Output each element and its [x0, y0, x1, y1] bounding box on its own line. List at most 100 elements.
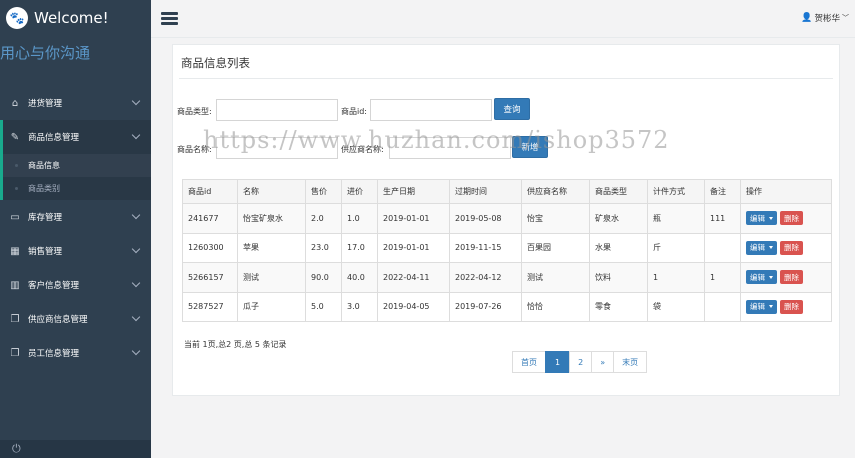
monitor-icon: ▭	[10, 211, 20, 223]
actions-cell: 编辑 删除	[740, 203, 832, 234]
caret-down-icon	[769, 246, 773, 250]
sidebar-subitem-label: 商品信息	[28, 161, 60, 170]
table-row: 1260300 苹果 23.0 17.0 2019-01-01 2019-11-15 百果园…	[182, 232, 832, 263]
type-input[interactable]	[216, 99, 338, 121]
edit-button[interactable]: 编辑	[746, 211, 777, 226]
table-cell: 17.0	[341, 232, 378, 263]
table-row: 5266157 测试 90.0 40.0 2022-04-11 2022-04-12 测试饮…	[182, 262, 832, 293]
paw-icon: 🐾	[6, 7, 28, 29]
table-cell: 饮料	[589, 262, 648, 293]
table-cell: 111	[704, 203, 741, 234]
chevron-down-icon	[131, 244, 141, 254]
table-cell: 3.0	[341, 291, 378, 322]
table-cell: 2019-04-05	[377, 291, 450, 322]
table-cell: 1	[647, 262, 705, 293]
supplier-input[interactable]	[389, 137, 511, 159]
sidebar-item-inventory[interactable]: ▭ 库存管理	[0, 200, 151, 234]
table-cell: 1	[704, 262, 741, 293]
table-cell: 苹果	[237, 232, 306, 263]
col-header: 过期时间	[449, 179, 522, 204]
table-cell: 零食	[589, 291, 648, 322]
sidebar: 🐾 Welcome! 用心与你沟通 ⌂ 进货管理 ✎ 商品信息管理 商品信息 商…	[0, 0, 151, 458]
goods-table: 商品id 名称 售价 进价 生产日期 过期时间 供应商名称 商品类型 计件方式 …	[182, 179, 832, 322]
page-last[interactable]: 末页	[613, 351, 648, 373]
actions-cell: 编辑 删除	[740, 262, 832, 293]
table-cell: 1260300	[182, 232, 238, 263]
delete-button[interactable]: 删除	[780, 240, 803, 255]
col-header: 计件方式	[647, 179, 705, 204]
sidebar-subitem-goods-category[interactable]: 商品类别	[3, 177, 151, 200]
sidebar-item-goods[interactable]: ✎ 商品信息管理	[0, 120, 151, 154]
name-label: 商品名称:	[177, 145, 212, 154]
sidebar-subitem-goods-info[interactable]: 商品信息	[3, 154, 151, 177]
delete-button[interactable]: 删除	[780, 270, 803, 285]
table-cell: 5266157	[182, 262, 238, 293]
caret-down-icon	[769, 305, 773, 309]
sidebar-item-sales[interactable]: ▦ 销售管理	[0, 234, 151, 268]
sidebar-item-label: 进货管理	[28, 99, 63, 109]
table-cell: 2022-04-11	[377, 262, 450, 293]
sidebar-item-employees[interactable]: ❐ 员工信息管理	[0, 336, 151, 370]
table-cell: 2019-11-15	[449, 232, 522, 263]
col-header: 进价	[341, 179, 378, 204]
caret-down-icon	[769, 275, 773, 279]
supplier-label: 供应商名称:	[341, 145, 384, 154]
sidebar-item-purchase[interactable]: ⌂ 进货管理	[0, 86, 151, 120]
bullet-icon	[15, 164, 18, 167]
user-menu[interactable]: 👤 贺彬华 ﹀	[801, 12, 849, 24]
delete-button[interactable]: 删除	[780, 211, 803, 226]
edit-button[interactable]: 编辑	[746, 240, 777, 255]
edit-button[interactable]: 编辑	[746, 270, 777, 285]
edit-label: 编辑	[750, 302, 765, 312]
sidebar-item-label: 客户信息管理	[28, 281, 80, 291]
actions-cell: 编辑 删除	[740, 232, 832, 263]
table-cell: 测试	[237, 262, 306, 293]
table-cell: 5.0	[305, 291, 342, 322]
page-next[interactable]: »	[591, 351, 615, 373]
sidebar-item-label: 商品信息管理	[28, 133, 80, 143]
table-cell: 2019-07-26	[449, 291, 522, 322]
sidebar-item-suppliers[interactable]: ❐ 供应商信息管理	[0, 302, 151, 336]
col-header: 备注	[704, 179, 741, 204]
table-cell: 2022-04-12	[449, 262, 522, 293]
table-cell: 2.0	[305, 203, 342, 234]
query-button[interactable]: 查询	[494, 98, 530, 120]
name-input[interactable]	[216, 137, 338, 159]
brand-title: Welcome!	[34, 9, 109, 27]
logout-bar[interactable]: ⏻	[0, 440, 151, 458]
table-cell: 1.0	[341, 203, 378, 234]
table-cell	[704, 232, 741, 263]
brand: 🐾 Welcome!	[0, 0, 151, 36]
sidebar-item-label: 员工信息管理	[28, 349, 80, 359]
chevron-down-icon	[131, 346, 141, 356]
sidebar-item-customers[interactable]: ▥ 客户信息管理	[0, 268, 151, 302]
page-2[interactable]: 2	[569, 351, 593, 373]
power-icon[interactable]: ⏻	[12, 442, 21, 456]
pagination: 首页 1 2 » 末页	[512, 351, 648, 373]
sidebar-item-label: 供应商信息管理	[28, 315, 88, 325]
table-cell: 袋	[647, 291, 705, 322]
edit-label: 编辑	[750, 272, 765, 282]
add-button[interactable]: 新增	[512, 136, 548, 158]
page-first[interactable]: 首页	[512, 351, 546, 373]
page-1[interactable]: 1	[545, 351, 571, 373]
sidebar-menu: ⌂ 进货管理 ✎ 商品信息管理 商品信息 商品类别 ▭ 库存管理 ▦ 销售管理 …	[0, 86, 151, 370]
table-cell: 5287527	[182, 291, 238, 322]
chevron-down-icon: ﹀	[842, 14, 849, 22]
delete-button[interactable]: 删除	[780, 299, 803, 314]
copy-icon: ❐	[10, 313, 20, 325]
table-cell: 瓶	[647, 203, 705, 234]
sidebar-item-label: 销售管理	[28, 247, 63, 257]
copy-icon: ❐	[10, 347, 20, 359]
menu-toggle-icon[interactable]	[161, 12, 178, 25]
id-input[interactable]	[370, 99, 492, 121]
table-cell: 怡宝矿泉水	[237, 203, 306, 234]
user-name: 贺彬华	[814, 14, 840, 24]
col-header: 商品类型	[589, 179, 648, 204]
table-cell: 恰恰	[521, 291, 590, 322]
table-cell: 斤	[647, 232, 705, 263]
table-cell: 40.0	[341, 262, 378, 293]
table-cell: 2019-01-01	[377, 203, 450, 234]
edit-label: 编辑	[750, 243, 765, 253]
edit-button[interactable]: 编辑	[746, 299, 777, 314]
